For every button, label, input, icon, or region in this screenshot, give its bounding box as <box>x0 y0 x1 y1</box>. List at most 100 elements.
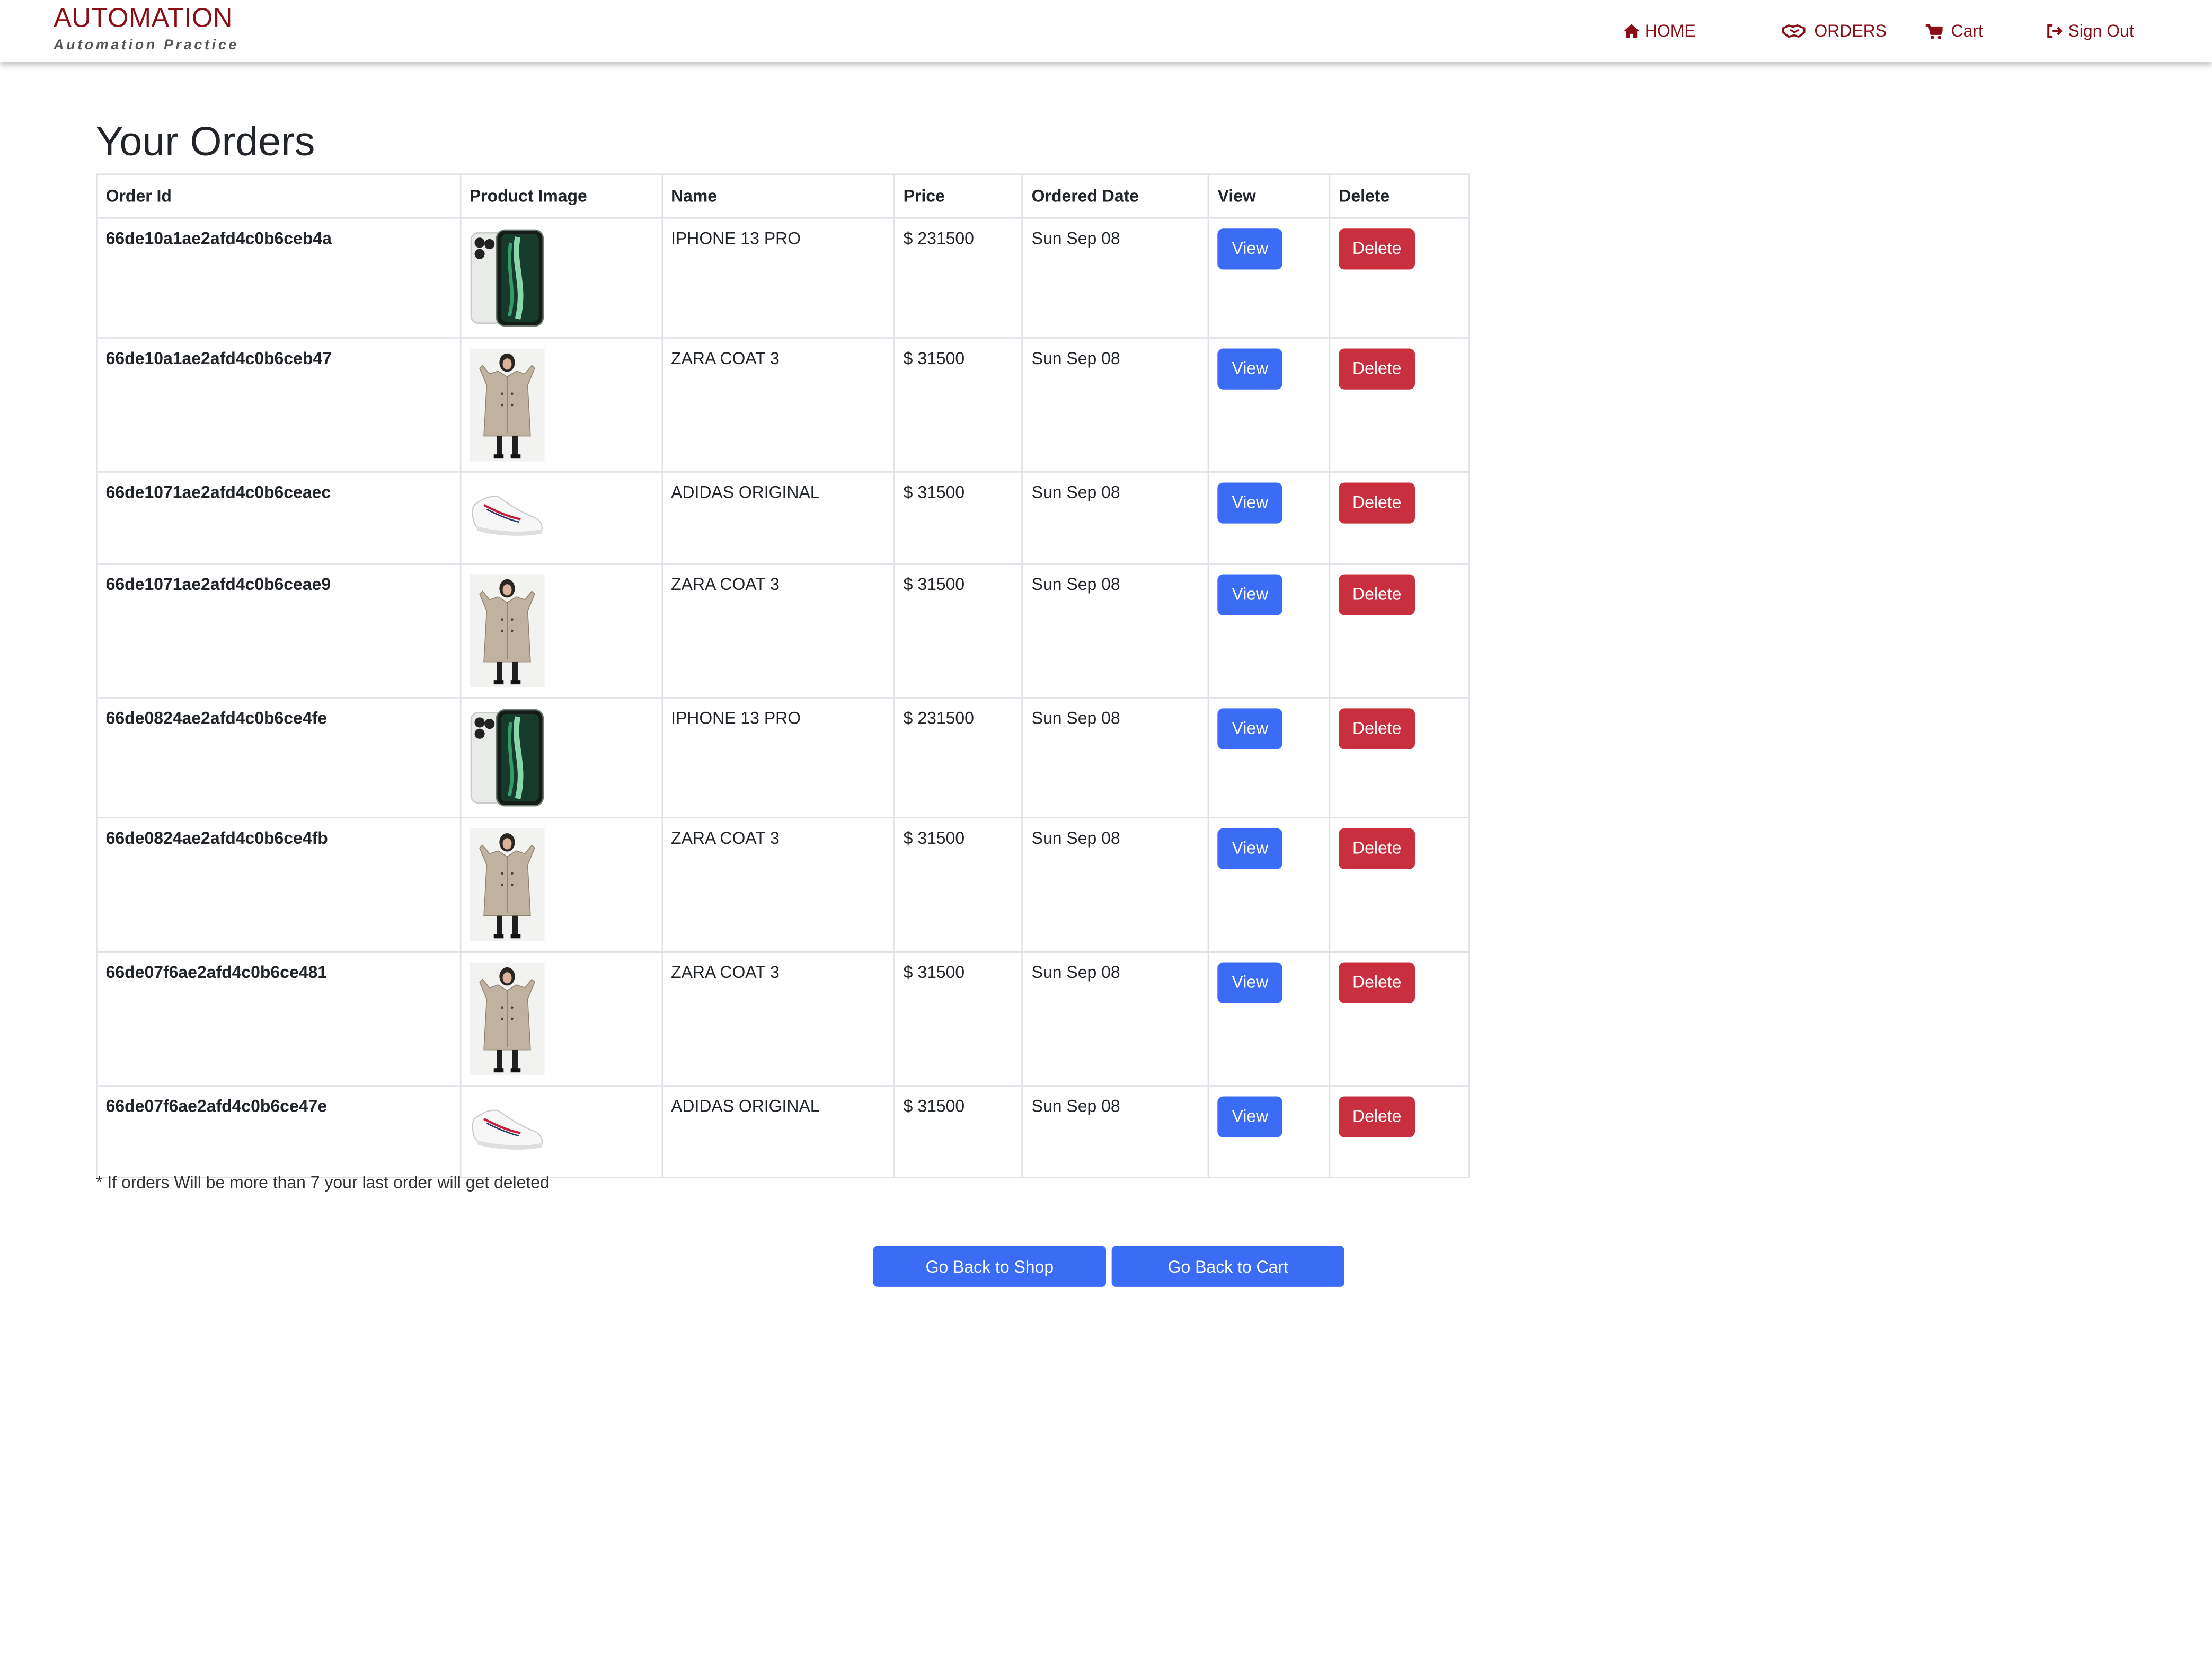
column-header-order-id: Order Id <box>96 173 461 219</box>
column-header-price: Price <box>893 173 1023 219</box>
product-thumbnail <box>469 1096 653 1159</box>
table-row: 66de1071ae2afd4c0b6ceae9 ZARA COAT 3 $ 31… <box>96 563 1470 699</box>
delete-cell: Delete <box>1329 337 1470 473</box>
product-thumbnail <box>469 348 653 462</box>
order-id-cell: 66de1071ae2afd4c0b6ceaec <box>96 471 461 565</box>
nav-cart-label: Cart <box>1951 21 1983 41</box>
price-cell: $ 31500 <box>893 563 1023 699</box>
sign-out-icon <box>2047 24 2063 38</box>
nav-home-label: HOME <box>1644 21 1696 41</box>
column-header-view: View <box>1207 173 1331 219</box>
delete-cell: Delete <box>1329 471 1470 565</box>
view-order-button[interactable]: View <box>1217 1096 1283 1137</box>
product-name-cell: IPHONE 13 PRO <box>661 697 895 819</box>
brand-title: AUTOMATION <box>54 4 233 34</box>
column-header-delete: Delete <box>1329 173 1470 219</box>
ordered-date-cell: Sun Sep 08 <box>1022 697 1209 819</box>
view-order-button[interactable]: View <box>1217 228 1283 270</box>
brand-subtitle: Automation Practice <box>54 38 240 54</box>
order-id-cell: 66de07f6ae2afd4c0b6ce47e <box>96 1085 461 1178</box>
product-name-cell: ZARA COAT 3 <box>661 817 895 953</box>
go-back-to-cart-button[interactable]: Go Back to Cart <box>1111 1246 1344 1287</box>
view-order-button[interactable]: View <box>1217 708 1283 749</box>
view-cell: View <box>1207 697 1331 819</box>
nav-home[interactable]: HOME <box>1623 20 1696 42</box>
price-cell: $ 231500 <box>893 217 1023 339</box>
order-id-cell: 66de0824ae2afd4c0b6ce4fe <box>96 697 461 819</box>
ordered-date-cell: Sun Sep 08 <box>1022 337 1209 473</box>
price-cell: $ 31500 <box>893 951 1023 1087</box>
product-image-cell <box>459 217 663 339</box>
order-id-cell: 66de1071ae2afd4c0b6ceae9 <box>96 563 461 699</box>
view-order-button[interactable]: View <box>1217 574 1283 615</box>
product-thumbnail <box>469 828 653 941</box>
product-image-cell <box>459 1085 663 1178</box>
ordered-date-cell: Sun Sep 08 <box>1022 471 1209 565</box>
product-image-cell <box>459 471 663 565</box>
nav-signout-label: Sign Out <box>2068 21 2134 41</box>
table-header-row: Order Id Product Image Name Price Ordered Da… <box>96 173 1470 219</box>
product-name-cell: IPHONE 13 PRO <box>661 217 895 339</box>
price-cell: $ 31500 <box>893 817 1023 953</box>
table-row: 66de0824ae2afd4c0b6ce4fb ZARA COAT 3 $ 31… <box>96 817 1470 953</box>
brand-logo[interactable]: AUTOMATION Automation Practice <box>54 4 239 55</box>
table-row: 66de07f6ae2afd4c0b6ce47e ADIDAS ORIGINAL… <box>96 1085 1470 1178</box>
price-cell: $ 231500 <box>893 697 1023 819</box>
product-thumbnail <box>469 574 653 687</box>
product-name-cell: ZARA COAT 3 <box>661 563 895 699</box>
delete-order-button[interactable]: Delete <box>1339 708 1415 749</box>
order-id-cell: 66de10a1ae2afd4c0b6ceb4a <box>96 217 461 339</box>
product-name-cell: ADIDAS ORIGINAL <box>661 1085 895 1178</box>
ordered-date-cell: Sun Sep 08 <box>1022 1085 1209 1178</box>
ordered-date-cell: Sun Sep 08 <box>1022 951 1209 1087</box>
nav-orders[interactable]: ORDERS <box>1782 20 1887 42</box>
view-order-button[interactable]: View <box>1217 482 1283 524</box>
delete-cell: Delete <box>1329 817 1470 953</box>
product-thumbnail <box>469 708 653 807</box>
view-cell: View <box>1207 1085 1331 1178</box>
nav-cart[interactable]: Cart <box>1925 20 1983 42</box>
delete-order-button[interactable]: Delete <box>1339 482 1415 524</box>
product-name-cell: ZARA COAT 3 <box>661 337 895 473</box>
view-cell: View <box>1207 817 1331 953</box>
product-name-cell: ADIDAS ORIGINAL <box>661 471 895 565</box>
delete-order-button[interactable]: Delete <box>1339 962 1415 1003</box>
orders-limit-note: * If orders Will be more than 7 your las… <box>96 1172 550 1193</box>
order-id-cell: 66de07f6ae2afd4c0b6ce481 <box>96 951 461 1087</box>
table-row: 66de10a1ae2afd4c0b6ceb47 ZARA COAT 3 $ 31… <box>96 337 1470 473</box>
table-row: 66de0824ae2afd4c0b6ce4fe IPHONE 13 PRO $ … <box>96 697 1470 819</box>
delete-cell: Delete <box>1329 217 1470 339</box>
product-image-cell <box>459 563 663 699</box>
delete-order-button[interactable]: Delete <box>1339 828 1415 869</box>
view-order-button[interactable]: View <box>1217 828 1283 869</box>
ordered-date-cell: Sun Sep 08 <box>1022 563 1209 699</box>
orders-table: Order Id Product Image Name Price Ordered Da… <box>96 173 1470 1178</box>
product-thumbnail <box>469 482 653 545</box>
ordered-date-cell: Sun Sep 08 <box>1022 817 1209 953</box>
view-order-button[interactable]: View <box>1217 962 1283 1003</box>
delete-cell: Delete <box>1329 697 1470 819</box>
handshake-icon <box>1782 24 1806 38</box>
view-cell: View <box>1207 951 1331 1087</box>
view-cell: View <box>1207 471 1331 565</box>
nav-signout[interactable]: Sign Out <box>2047 20 2134 42</box>
view-cell: View <box>1207 337 1331 473</box>
nav-orders-label: ORDERS <box>1814 21 1887 41</box>
order-id-cell: 66de10a1ae2afd4c0b6ceb47 <box>96 337 461 473</box>
delete-order-button[interactable]: Delete <box>1339 574 1415 615</box>
price-cell: $ 31500 <box>893 471 1023 565</box>
delete-order-button[interactable]: Delete <box>1339 348 1415 390</box>
delete-order-button[interactable]: Delete <box>1339 1096 1415 1137</box>
view-order-button[interactable]: View <box>1217 348 1283 390</box>
cart-icon <box>1925 23 1943 39</box>
table-row: 66de10a1ae2afd4c0b6ceb4a IPHONE 13 PRO $ … <box>96 217 1470 339</box>
column-header-ordered-date: Ordered Date <box>1022 173 1209 219</box>
view-cell: View <box>1207 217 1331 339</box>
delete-cell: Delete <box>1329 951 1470 1087</box>
delete-order-button[interactable]: Delete <box>1339 228 1415 270</box>
table-row: 66de1071ae2afd4c0b6ceaec ADIDAS ORIGINAL… <box>96 471 1470 565</box>
home-icon <box>1623 24 1640 38</box>
table-row: 66de07f6ae2afd4c0b6ce481 ZARA COAT 3 $ 31… <box>96 951 1470 1087</box>
product-thumbnail <box>469 962 653 1075</box>
go-back-to-shop-button[interactable]: Go Back to Shop <box>873 1246 1107 1287</box>
